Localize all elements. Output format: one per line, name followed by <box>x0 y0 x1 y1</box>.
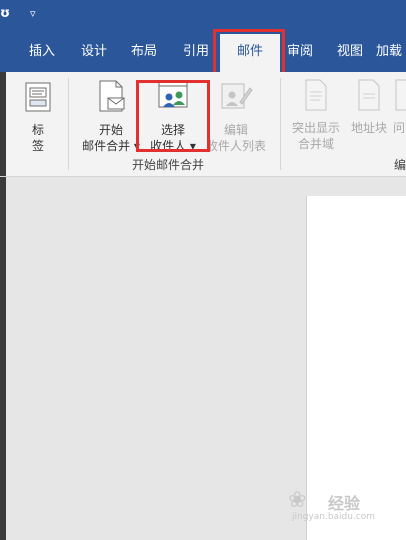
quick-access-dropdown-icon[interactable]: ▿ <box>30 7 36 20</box>
address-block-icon <box>358 79 380 111</box>
edit-recipient-list-icon <box>221 83 253 109</box>
highlight-merge-fields-button[interactable]: 突出显示 合并域 <box>286 78 346 152</box>
address-block-button[interactable]: 地址块 <box>346 78 392 136</box>
window-edge <box>0 72 6 176</box>
highlight-merge-fields-label-2: 合并域 <box>297 137 334 151</box>
labels-button[interactable]: 标 签 <box>20 80 56 154</box>
highlight-merge-fields-label-1: 突出显示 <box>291 121 340 135</box>
select-recipients-icon <box>158 80 188 108</box>
ribbon-divider <box>68 78 69 170</box>
select-recipients-label-1: 选择 <box>160 123 185 137</box>
watermark-url: jingyan.baidu.com <box>292 512 376 522</box>
watermark: ❀ 经验 jingyan.baidu.com <box>286 488 398 524</box>
select-recipients-label-2: 收件人 ▾ <box>150 139 196 153</box>
labels-button-label-1: 标 <box>31 123 44 137</box>
save-icon[interactable]: ʊ <box>0 6 10 21</box>
tab-addins[interactable]: 加载 <box>376 32 406 72</box>
window-edge <box>0 177 6 540</box>
greeting-line-button[interactable]: 问 <box>392 78 406 136</box>
address-block-label: 地址块 <box>350 121 387 135</box>
edit-recipient-list-label-1: 编辑 <box>223 123 248 137</box>
start-mail-merge-label-1: 开始 <box>98 123 123 137</box>
labels-icon <box>25 82 51 112</box>
tab-references[interactable]: 引用 <box>174 32 218 72</box>
start-mail-merge-icon <box>99 80 125 112</box>
tab-view[interactable]: 视图 <box>328 32 372 72</box>
paw-logo-icon: ❀ <box>288 488 307 513</box>
group-label-start-mail-merge: 开始邮件合并 <box>132 158 205 172</box>
watermark-text: 经验 <box>328 494 361 513</box>
highlight-merge-fields-icon <box>305 79 327 111</box>
edit-recipient-list-button[interactable]: 编辑 收件人列表 <box>204 78 268 154</box>
tab-review[interactable]: 审阅 <box>280 32 320 72</box>
tab-insert[interactable]: 插入 <box>20 32 64 72</box>
start-mail-merge-label-2: 邮件合并 ▾ <box>82 139 140 153</box>
ribbon: 标 签 开始 邮件合并 ▾ 选择 收件人 ▾ 编辑 收件人列表 开始邮件合并 突… <box>0 72 406 177</box>
ribbon-tab-bar: 插入 设计 布局 引用 邮件 审阅 视图 加载 <box>0 32 406 72</box>
tab-layout[interactable]: 布局 <box>122 32 166 72</box>
title-bar: ʊ ▿ <box>0 0 406 32</box>
greeting-line-label: 问 <box>392 121 405 135</box>
greeting-line-icon <box>395 79 406 111</box>
group-label-write-insert-fields: 编 <box>394 158 406 172</box>
tab-mailings[interactable]: 邮件 <box>220 34 280 72</box>
tab-design[interactable]: 设计 <box>72 32 116 72</box>
ribbon-divider <box>280 78 281 170</box>
start-mail-merge-button[interactable]: 开始 邮件合并 ▾ <box>78 78 144 154</box>
edit-recipient-list-label-2: 收件人列表 <box>205 139 266 153</box>
select-recipients-button[interactable]: 选择 收件人 ▾ <box>142 78 204 154</box>
labels-button-label-2: 签 <box>31 139 44 153</box>
